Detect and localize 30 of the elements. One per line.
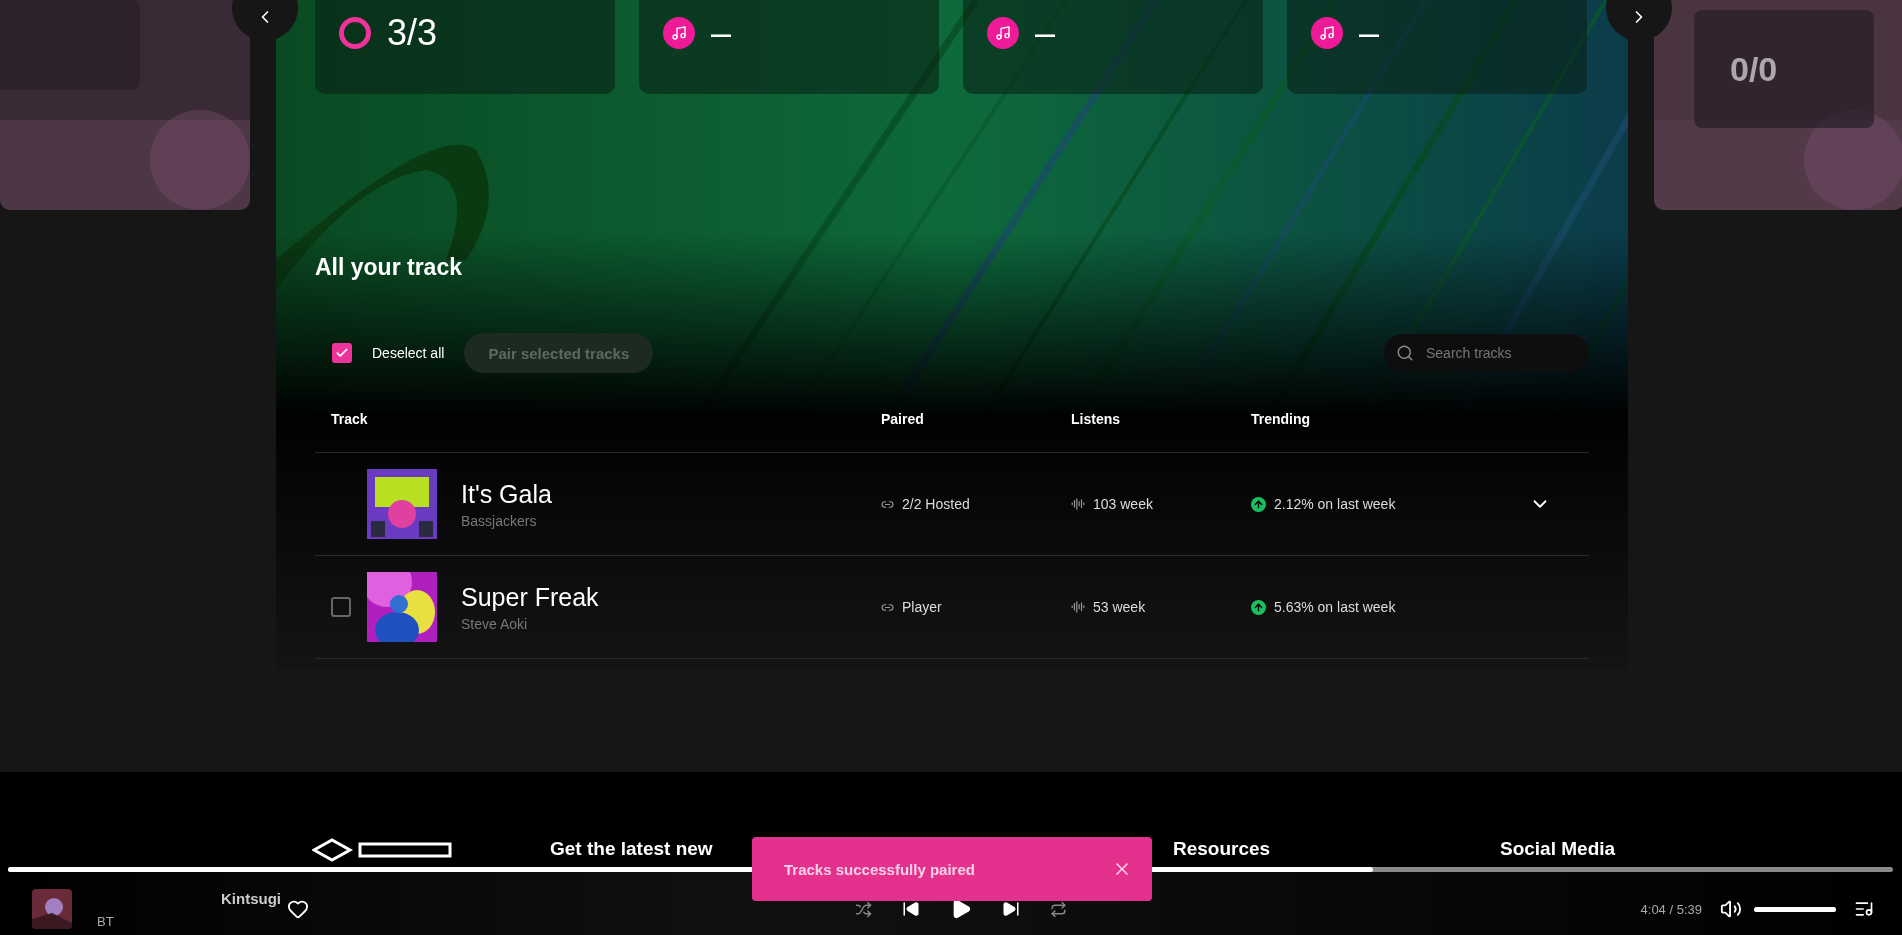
search-box[interactable]: Search tracks <box>1384 334 1589 372</box>
select-all-label: Deselect all <box>372 345 445 361</box>
listens-count: 53 week <box>1093 599 1146 615</box>
track-artist: Bassjackers <box>461 512 538 529</box>
paired-status: 2/2 Hosted <box>902 496 970 512</box>
column-header: Track <box>331 410 369 427</box>
track-title: Kintsugi <box>221 890 281 907</box>
section-title: All your track <box>315 254 463 281</box>
footer-heading: Get the latest new <box>550 838 714 860</box>
stat-value: 3/3 <box>387 12 438 54</box>
trending-value: 2.12% on last week <box>1274 496 1396 512</box>
stat-value: – <box>711 12 732 54</box>
stat-value: – <box>1359 12 1380 54</box>
search-field[interactable]: Search tracks <box>1424 344 1564 362</box>
track-title: Super Freak <box>461 582 599 612</box>
paired-status: Player <box>902 599 942 615</box>
column-header: Listens <box>1071 410 1121 427</box>
footer-heading: Social Media <box>1500 838 1617 860</box>
toast-message: Tracks successfully paired <box>784 860 975 878</box>
track-artist: Steve Aoki <box>461 615 529 632</box>
stat-value: – <box>1035 12 1056 54</box>
track-title: It's Gala <box>461 479 552 509</box>
footer-heading: Resources <box>1173 838 1272 860</box>
trending-value: 5.63% on last week <box>1274 599 1396 615</box>
listens-count: 103 week <box>1093 496 1153 512</box>
stat-value: 0/0 <box>1730 49 1778 89</box>
track-time: 4:04 / 5:39 <box>1640 901 1702 917</box>
track-artist: BT <box>97 914 114 929</box>
column-header: Trending <box>1251 410 1312 427</box>
column-header: Paired <box>881 410 925 427</box>
